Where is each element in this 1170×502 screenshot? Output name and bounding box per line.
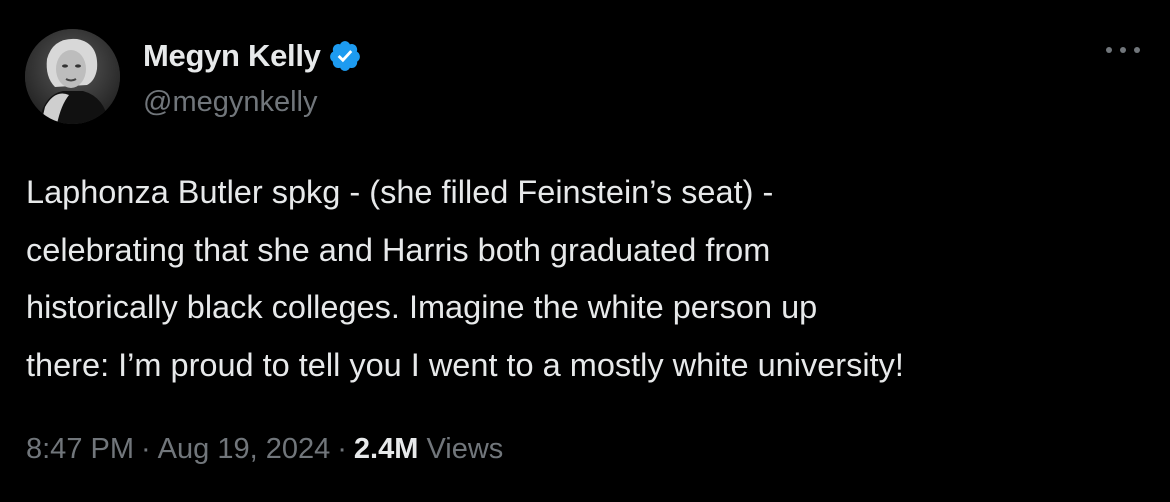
more-dot [1120,47,1126,53]
views-label: Views [426,433,504,465]
author-display-name[interactable]: Megyn Kelly [143,38,321,74]
more-options-icon[interactable] [1106,40,1140,60]
tweet-meta: 8:47 PM · Aug 19, 2024 · 2.4M Views [26,433,503,466]
more-dot [1106,47,1112,53]
tweet-text-line: there: I’m proud to tell you I went to a… [26,346,904,383]
tweet-text-line: historically black colleges. Imagine the… [26,289,818,325]
views-count[interactable]: 2.4M [354,433,418,465]
tweet: Megyn Kelly @megynkelly Laphonza Butler … [0,0,1170,502]
more-dot [1134,47,1140,53]
meta-separator: · [337,433,347,465]
tweet-text: Laphonza Butler spkg - (she filled Feins… [26,164,1151,394]
avatar-photo [25,29,120,124]
avatar[interactable] [25,29,120,124]
tweet-date[interactable]: Aug 19, 2024 [158,433,331,465]
tweet-time[interactable]: 8:47 PM [26,433,134,465]
verified-badge-icon[interactable] [328,39,362,73]
author-name-row: Megyn Kelly [143,36,362,76]
tweet-text-line: Laphonza Butler spkg - (she filled Feins… [26,174,774,210]
meta-separator: · [141,433,151,465]
tweet-text-line: celebrating that she and Harris both gra… [26,231,771,268]
author-handle[interactable]: @megynkelly [143,86,318,119]
